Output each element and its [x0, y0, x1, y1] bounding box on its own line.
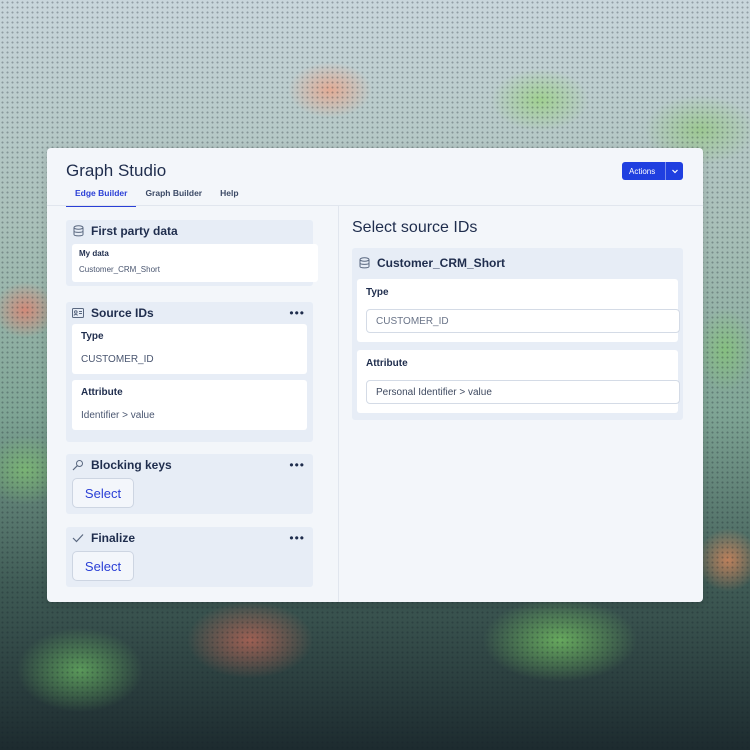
source-type-label: Type — [81, 331, 104, 342]
blocking-keys-title: Blocking keys — [91, 458, 172, 472]
check-icon — [72, 532, 84, 544]
attribute-input[interactable]: Personal Identifier > value — [366, 380, 680, 404]
blocking-keys-select-button[interactable]: Select — [72, 478, 134, 508]
more-options-icon[interactable]: ••• — [289, 531, 305, 545]
first-party-title: First party data — [91, 224, 178, 238]
type-label: Type — [366, 287, 389, 298]
card-header: First party data — [66, 220, 313, 242]
my-data-value: Customer_CRM_Short — [79, 265, 160, 274]
source-ids-title: Source IDs — [91, 306, 154, 320]
tab-edge-builder[interactable]: Edge Builder — [66, 186, 137, 207]
attribute-label: Attribute — [366, 358, 408, 369]
source-attribute-value: Identifier > value — [81, 410, 155, 421]
blocking-keys-card: Blocking keys ••• Select — [66, 454, 313, 514]
dataset-card: Customer_CRM_Short Type CUSTOMER_ID Attr… — [352, 248, 683, 420]
card-header: Source IDs ••• — [66, 302, 313, 324]
actions-label: Actions — [629, 166, 656, 176]
finalize-select-button[interactable]: Select — [72, 551, 134, 581]
actions-button[interactable]: Actions — [622, 162, 683, 180]
source-type-value: CUSTOMER_ID — [81, 354, 154, 365]
source-type-field[interactable]: Type CUSTOMER_ID — [72, 324, 307, 374]
card-header: Finalize ••• — [66, 527, 313, 549]
type-field: Type CUSTOMER_ID — [357, 279, 680, 342]
finalize-title: Finalize — [91, 531, 136, 545]
select-source-ids-title: Select source IDs — [352, 219, 478, 236]
id-card-icon — [72, 307, 84, 319]
finalize-card: Finalize ••• Select — [66, 527, 313, 587]
graph-studio-panel: Graph Studio Edge Builder Graph Builder … — [47, 148, 703, 602]
source-ids-card: Source IDs ••• Type CUSTOMER_ID Attribut… — [66, 302, 313, 442]
dataset-name: Customer_CRM_Short — [377, 256, 506, 270]
database-icon — [72, 225, 84, 237]
dataset-header: Customer_CRM_Short — [352, 248, 683, 278]
my-data-label: My data — [79, 249, 109, 258]
type-input[interactable]: CUSTOMER_ID — [366, 309, 680, 333]
tab-help[interactable]: Help — [211, 186, 247, 207]
my-data-field[interactable]: My data Customer_CRM_Short — [72, 244, 318, 282]
more-options-icon[interactable]: ••• — [289, 306, 305, 320]
column-divider — [338, 205, 339, 602]
card-header: Blocking keys ••• — [66, 454, 313, 476]
attribute-field: Attribute Personal Identifier > value — [357, 350, 680, 413]
chevron-down-icon[interactable] — [665, 162, 683, 180]
source-attribute-field[interactable]: Attribute Identifier > value — [72, 380, 307, 430]
header-divider — [47, 205, 703, 206]
more-options-icon[interactable]: ••• — [289, 458, 305, 472]
page-title: Graph Studio — [66, 161, 167, 180]
tab-graph-builder[interactable]: Graph Builder — [136, 186, 211, 207]
first-party-data-card: First party data My data Customer_CRM_Sh… — [66, 220, 318, 286]
database-icon — [358, 257, 370, 269]
source-attribute-label: Attribute — [81, 387, 123, 398]
key-icon — [72, 459, 84, 471]
tab-bar: Edge Builder Graph Builder Help — [66, 186, 248, 207]
